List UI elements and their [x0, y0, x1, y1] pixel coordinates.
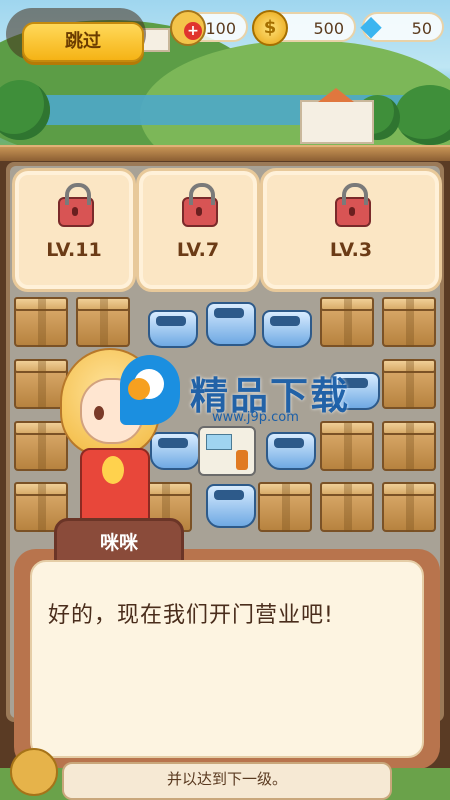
hint-text: 并以达到下一级。 — [62, 762, 392, 800]
locked-slot[interactable]: LV.3 — [260, 168, 442, 292]
lock-icon — [58, 183, 94, 227]
milk-carton-icon[interactable] — [206, 484, 256, 528]
gem-value: 50 — [411, 19, 432, 38]
cardboard-box-icon[interactable] — [258, 482, 312, 532]
dialog-text: 好的，现在我们开门营业吧! — [48, 603, 334, 628]
yogurt-cup-icon[interactable] — [148, 310, 198, 348]
cash-register-icon[interactable] — [198, 426, 256, 476]
milk-carton-icon[interactable] — [206, 302, 256, 346]
slot-level-label: LV.7 — [176, 239, 220, 261]
lock-icon — [335, 183, 371, 227]
skip-button[interactable]: 跳过 — [22, 22, 144, 62]
speaker-name: 咪咪 — [54, 518, 184, 564]
watermark-url: www.j9p.com — [212, 410, 299, 425]
coin-icon: $ — [252, 10, 288, 46]
coin-stack-icon — [10, 748, 58, 796]
slot-level-label: LV.11 — [46, 239, 102, 261]
coin-value: 500 — [313, 19, 344, 38]
watermark-dot-icon — [128, 378, 150, 400]
cardboard-box-icon[interactable] — [382, 297, 436, 347]
dialog-box[interactable]: 好的，现在我们开门营业吧! — [30, 560, 424, 758]
cardboard-box-icon[interactable] — [320, 297, 374, 347]
cardboard-box-icon[interactable] — [382, 359, 436, 409]
cardboard-box-icon[interactable] — [320, 482, 374, 532]
lock-icon — [182, 183, 218, 227]
cardboard-box-icon[interactable] — [14, 297, 68, 347]
energy-plus-icon[interactable]: + — [170, 10, 206, 46]
cardboard-box-icon[interactable] — [382, 482, 436, 532]
cardboard-box-icon[interactable] — [76, 297, 130, 347]
locked-slot[interactable]: LV.7 — [136, 168, 260, 292]
cardboard-box-icon[interactable] — [382, 421, 436, 471]
yogurt-cup-icon[interactable] — [266, 432, 316, 470]
wooden-shelf — [0, 145, 450, 161]
locked-slot[interactable]: LV.11 — [12, 168, 136, 292]
yogurt-cup-icon[interactable] — [262, 310, 312, 348]
gem-icon: ◆ — [360, 9, 382, 42]
energy-value: 100 — [205, 19, 236, 38]
slot-level-label: LV.3 — [329, 239, 373, 261]
cardboard-box-icon[interactable] — [320, 421, 374, 471]
